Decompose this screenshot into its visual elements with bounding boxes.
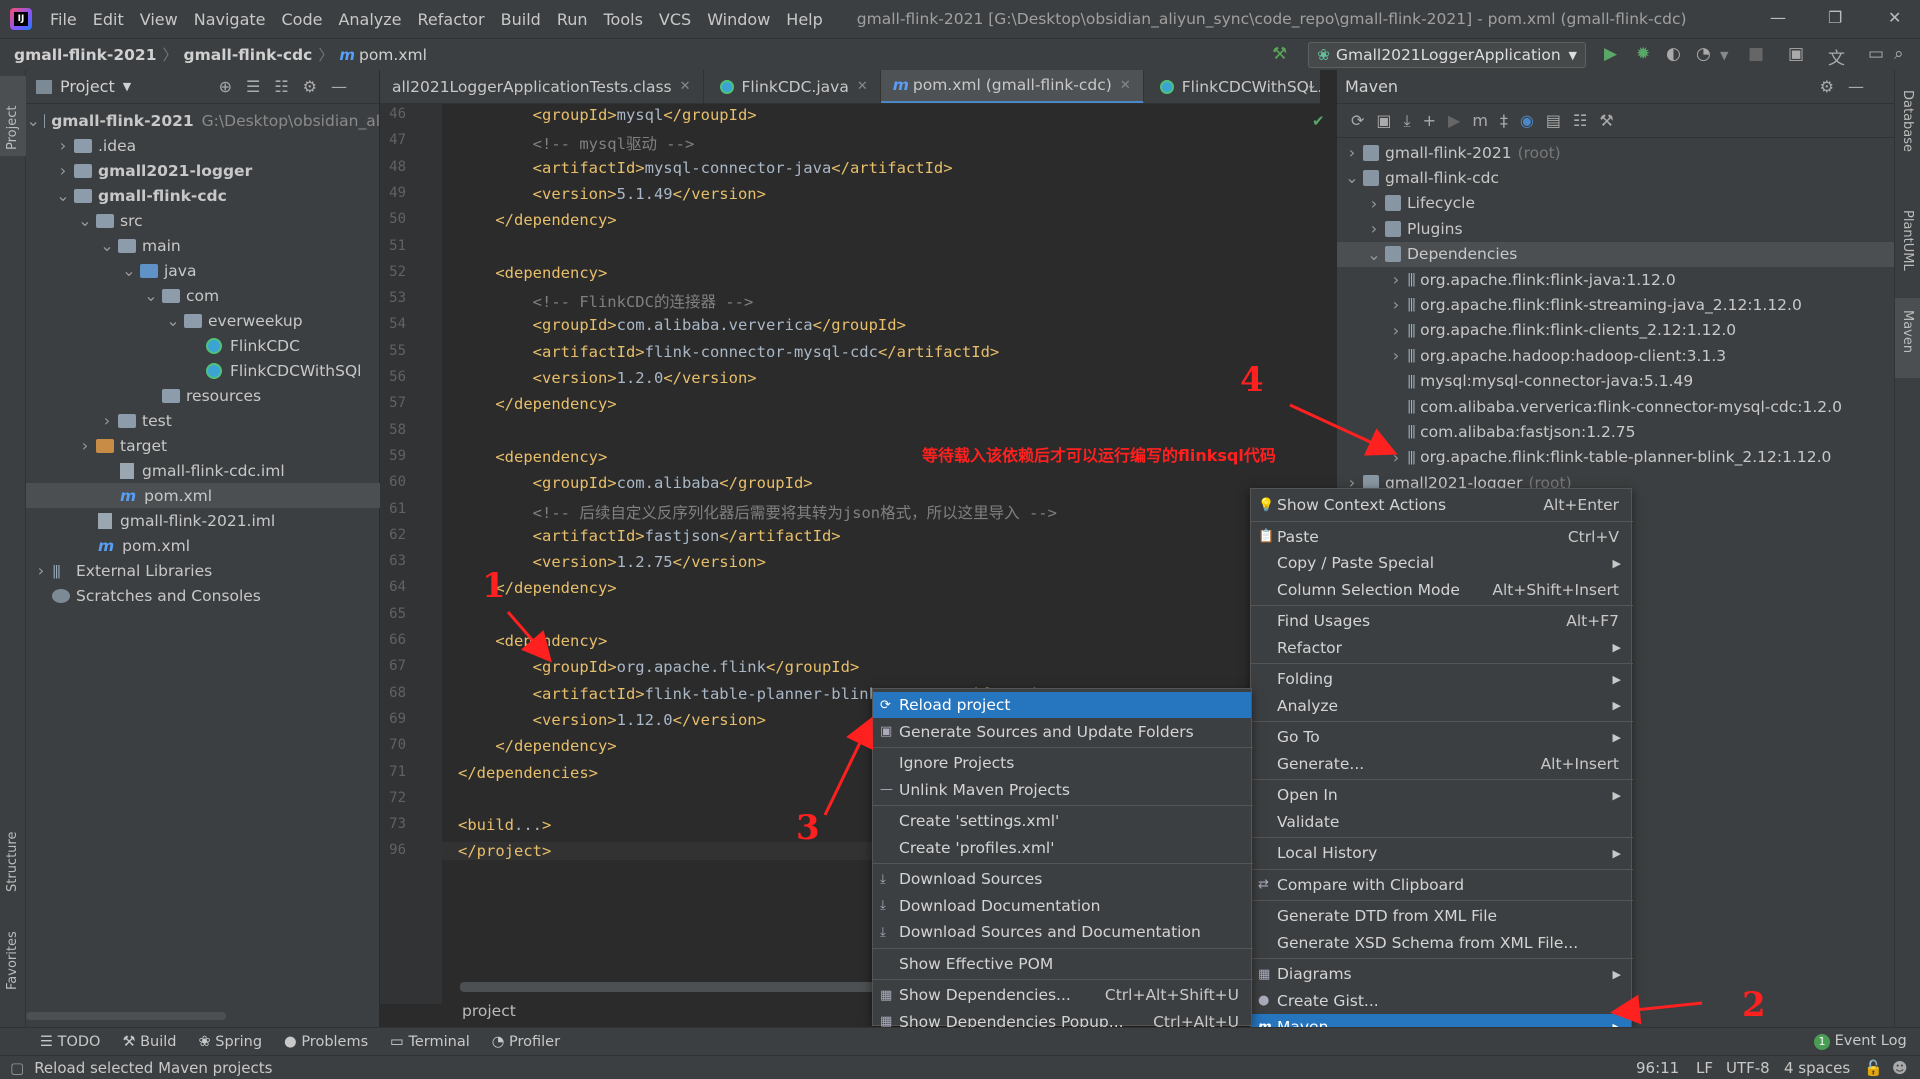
annotation-note: 等待载入该依赖后才可以运行编写的flinksql代码 <box>922 446 1276 465</box>
annotation-arrows <box>506 403 1703 1025</box>
annotation-step-1: 1 <box>482 566 506 606</box>
annotation-step-4: 4 <box>1240 360 1264 400</box>
annotation-step-3: 3 <box>796 808 820 848</box>
annotation-step-2: 2 <box>1742 985 1766 1025</box>
